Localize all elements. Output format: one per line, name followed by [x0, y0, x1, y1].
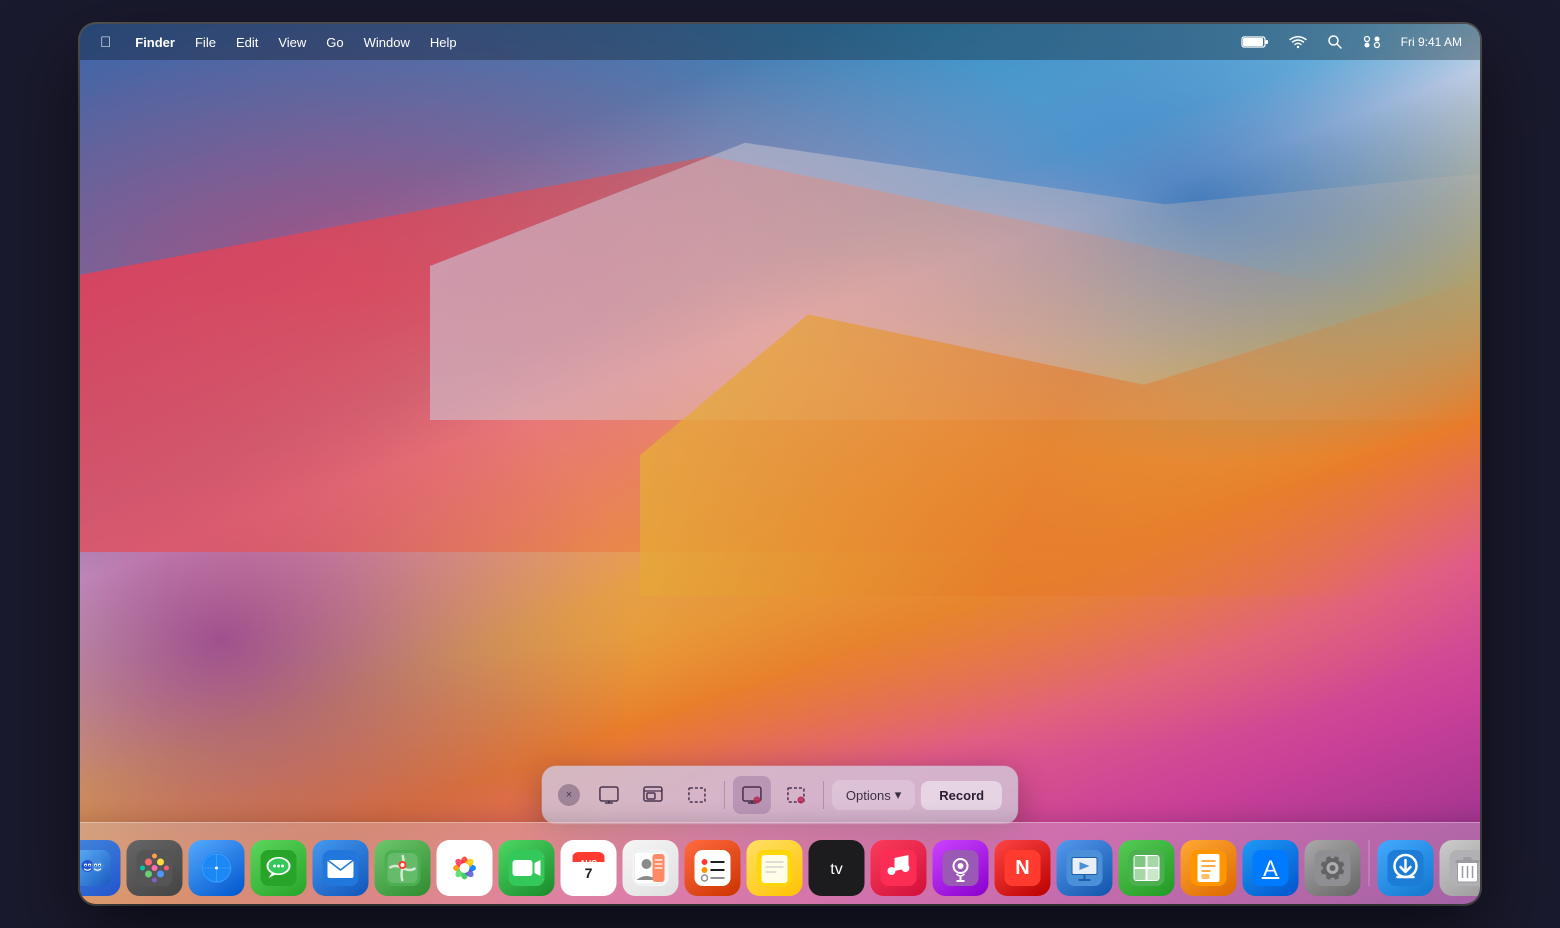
- dock-app-reminders[interactable]: [685, 840, 741, 896]
- dock-app-facetime[interactable]: [499, 840, 555, 896]
- dock-app-downloads[interactable]: [1378, 840, 1434, 896]
- menu-window[interactable]: Window: [356, 31, 418, 54]
- clock[interactable]: Fri 9:41 AM: [1395, 33, 1468, 51]
- close-button[interactable]: ×: [558, 784, 580, 806]
- dock-app-finder[interactable]: [80, 840, 121, 896]
- dock-app-numbers[interactable]: [1119, 840, 1175, 896]
- toolbar-separator-2: [823, 781, 824, 809]
- spotlight-icon[interactable]: [1321, 32, 1349, 52]
- dock-app-messages[interactable]: [251, 840, 307, 896]
- battery-icon[interactable]: [1235, 33, 1275, 51]
- screenshot-toolbar: ×: [542, 766, 1018, 824]
- svg-text:tv: tv: [830, 861, 842, 878]
- mac-frame:  Finder File Edit View Go Window Help: [80, 24, 1480, 904]
- menubar:  Finder File Edit View Go Window Help: [80, 24, 1480, 60]
- svg-text:7: 7: [585, 865, 593, 881]
- record-button[interactable]: Record: [921, 781, 1002, 810]
- menubar-right: Fri 9:41 AM: [1235, 32, 1468, 52]
- svg-text:N: N: [1015, 857, 1029, 879]
- apple-menu[interactable]: : [92, 30, 119, 55]
- menu-help[interactable]: Help: [422, 31, 465, 54]
- dock-app-keynote[interactable]: [1057, 840, 1113, 896]
- dock-app-notes[interactable]: [747, 840, 803, 896]
- app-name[interactable]: Finder: [127, 31, 183, 54]
- options-label: Options: [846, 788, 891, 803]
- dock-app-contacts[interactable]: [623, 840, 679, 896]
- dock-app-pages[interactable]: [1181, 840, 1237, 896]
- dock-divider: [1369, 840, 1370, 886]
- dock-app-maps[interactable]: [375, 840, 431, 896]
- dock-app-system-preferences[interactable]: [1305, 840, 1361, 896]
- capture-selected-window-button[interactable]: [634, 776, 672, 814]
- menu-file[interactable]: File: [187, 31, 224, 54]
- dock-app-trash[interactable]: [1440, 840, 1481, 896]
- dock-app-mail[interactable]: [313, 840, 369, 896]
- toolbar-separator-1: [724, 781, 725, 809]
- dock-app-appstore[interactable]: A: [1243, 840, 1299, 896]
- menu-view[interactable]: View: [270, 31, 314, 54]
- dock-app-launchpad[interactable]: [127, 840, 183, 896]
- dock-app-music[interactable]: [871, 840, 927, 896]
- dock-app-photos[interactable]: [437, 840, 493, 896]
- capture-entire-screen-button[interactable]: [590, 776, 628, 814]
- menubar-left:  Finder File Edit View Go Window Help: [92, 30, 465, 55]
- menu-edit[interactable]: Edit: [228, 31, 266, 54]
- dock: AUG 7: [80, 822, 1480, 904]
- record-entire-screen-button[interactable]: [733, 776, 771, 814]
- options-chevron: ▾: [895, 787, 902, 803]
- menu-go[interactable]: Go: [318, 31, 351, 54]
- control-center-icon[interactable]: [1357, 33, 1387, 51]
- options-button[interactable]: Options ▾: [832, 780, 915, 810]
- dock-app-news[interactable]: N: [995, 840, 1051, 896]
- dock-app-appletv[interactable]: tv: [809, 840, 865, 896]
- dock-app-calendar[interactable]: AUG 7: [561, 840, 617, 896]
- wifi-icon[interactable]: [1283, 33, 1313, 51]
- dock-app-safari[interactable]: [189, 840, 245, 896]
- record-selected-portion-button[interactable]: [777, 776, 815, 814]
- dock-app-podcasts[interactable]: [933, 840, 989, 896]
- desktop: ×: [80, 24, 1480, 904]
- capture-selected-portion-button[interactable]: [678, 776, 716, 814]
